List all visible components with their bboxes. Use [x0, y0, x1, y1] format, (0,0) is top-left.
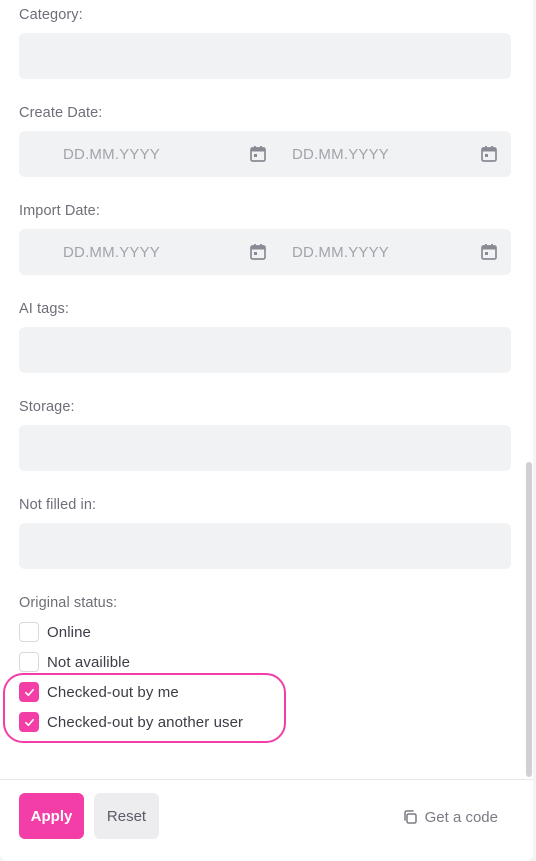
create-date-to-placeholder: DD.MM.YYYY [292, 145, 390, 163]
reset-button[interactable]: Reset [94, 793, 159, 839]
import-date-from-placeholder: DD.MM.YYYY [63, 243, 161, 261]
checkbox-label: Not availible [47, 653, 131, 671]
ai-tags-select[interactable] [19, 327, 511, 373]
not-filled-in-label: Not filled in: [19, 497, 97, 513]
import-date-range: DD.MM.YYYY DD.MM.YYYY [19, 229, 511, 275]
calendar-icon[interactable] [480, 145, 498, 163]
status-option-not-available[interactable]: Not availible [19, 651, 130, 673]
import-date-label: Import Date: [19, 203, 100, 219]
filter-panel: Category: Create Date: DD.MM.YYYY DD.MM.… [0, 0, 533, 861]
apply-button[interactable]: Apply [19, 793, 84, 839]
copy-icon [403, 810, 417, 824]
checkbox-label: Online [47, 623, 91, 641]
scrollbar[interactable] [523, 0, 533, 779]
not-filled-in-select[interactable] [19, 523, 511, 569]
category-label: Category: [19, 7, 83, 23]
selection-highlight [3, 673, 286, 743]
get-code-link[interactable]: Get a code [402, 807, 498, 827]
ai-tags-label: AI tags: [19, 301, 69, 317]
status-option-online[interactable]: Online [19, 621, 91, 643]
footer-divider [0, 779, 533, 780]
original-status-label: Original status: [19, 595, 118, 611]
create-date-label: Create Date: [19, 105, 103, 121]
calendar-icon[interactable] [480, 243, 498, 261]
category-select[interactable] [19, 33, 511, 79]
checkbox[interactable] [19, 652, 39, 672]
import-date-to-input[interactable]: DD.MM.YYYY [265, 229, 511, 275]
get-code-label: Get a code [424, 808, 498, 826]
storage-label: Storage: [19, 399, 75, 415]
create-date-to-input[interactable]: DD.MM.YYYY [265, 131, 511, 177]
create-date-from-placeholder: DD.MM.YYYY [63, 145, 161, 163]
storage-select[interactable] [19, 425, 511, 471]
create-date-range: DD.MM.YYYY DD.MM.YYYY [19, 131, 511, 177]
checkbox[interactable] [19, 622, 39, 642]
create-date-from-input[interactable]: DD.MM.YYYY [19, 131, 266, 177]
import-date-to-placeholder: DD.MM.YYYY [292, 243, 390, 261]
import-date-from-input[interactable]: DD.MM.YYYY [19, 229, 266, 275]
scrollbar-thumb[interactable] [526, 462, 532, 777]
